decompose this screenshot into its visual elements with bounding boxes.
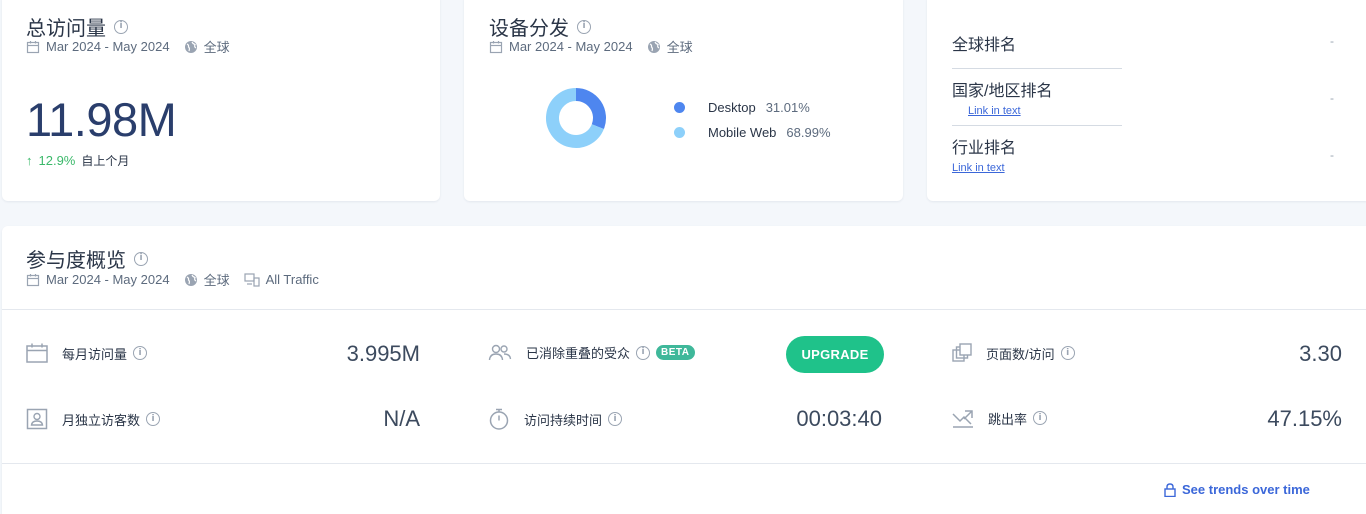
region: 全球 [203, 273, 230, 288]
info-icon[interactable]: i [114, 19, 128, 34]
section-divider [2, 463, 1366, 464]
global-rank-row: 全球排名 [952, 31, 1122, 55]
calendar-icon [489, 40, 503, 54]
stopwatch-icon [488, 408, 510, 430]
industry-rank-row: 行业排名 Link in text [952, 134, 1122, 176]
total-visits-meta: Mar 2024 - May 2024 全球 [26, 37, 230, 56]
info-icon[interactable]: i [577, 19, 591, 34]
region: 全球 [666, 40, 693, 55]
metric-visit-duration: 访问持续时间 i [488, 408, 623, 430]
change-percent: 12.9% [38, 153, 76, 168]
engagement-meta: Mar 2024 - May 2024 全球 All Traffic [26, 270, 319, 289]
info-icon[interactable]: i [636, 345, 651, 360]
legend-name: Mobile Web [708, 125, 777, 140]
country-rank-row: 国家/地区排名 Link in text [952, 77, 1122, 119]
info-icon[interactable]: i [133, 346, 148, 360]
global-rank-value: - [1330, 34, 1334, 48]
globe-icon [184, 273, 198, 287]
date-range: Mar 2024 - May 2024 [46, 39, 170, 54]
unique-visitors-value: N/A [383, 406, 420, 431]
monthly-visits-value: 3.995M [346, 341, 420, 366]
section-divider [2, 309, 1366, 310]
upgrade-button[interactable]: UPGRADE [786, 336, 884, 373]
lock-icon [1164, 482, 1176, 497]
metric-label: 访问持续时间 [524, 412, 603, 428]
legend-dot-desktop [674, 102, 685, 113]
total-visits-value: 11.98M [26, 93, 177, 146]
date-range: Mar 2024 - May 2024 [46, 272, 170, 287]
id-card-icon [26, 408, 48, 430]
metric-label: 页面数/访问 [986, 346, 1055, 362]
bounce-rate-value: 47.15% [1267, 406, 1342, 431]
device-distribution-card: 设备分发 i Mar 2024 - May 2024 全球 Desktop 31… [464, 0, 903, 201]
engagement-title: 参与度概览 [26, 250, 126, 272]
total-visits-card: 总访问量 i Mar 2024 - May 2024 全球 11.98M ↑ 1… [2, 0, 440, 201]
info-icon[interactable]: i [1033, 411, 1048, 425]
rankings-card: 全球排名 - 国家/地区排名 Link in text - 行业排名 Link … [927, 0, 1366, 201]
metric-unique-visitors: 月独立访客数 i [26, 408, 161, 430]
industry-rank-label: 行业排名 [952, 140, 1017, 157]
engagement-title-row: 参与度概览 i [26, 244, 148, 273]
industry-rank-value: - [1330, 148, 1334, 162]
see-trends-label: See trends over time [1182, 482, 1310, 497]
metric-monthly-visits: 每月访问量 i [26, 343, 148, 363]
info-icon[interactable]: i [134, 251, 148, 266]
change-label: 自上个月 [81, 154, 130, 168]
metric-label: 已消除重叠的受众 [526, 346, 631, 361]
rank-divider [952, 68, 1122, 69]
globe-icon [184, 40, 198, 54]
info-icon[interactable]: i [608, 412, 623, 426]
globe-icon [647, 40, 661, 54]
metric-label: 跳出率 [988, 411, 1028, 427]
legend-item-desktop: Desktop 31.01% [674, 95, 831, 120]
country-rank-label: 国家/地区排名 [952, 83, 1053, 100]
devices-meta: Mar 2024 - May 2024 全球 [489, 37, 693, 56]
global-rank-label: 全球排名 [952, 37, 1017, 54]
beta-badge: BETA [656, 345, 695, 360]
calendar-icon [26, 273, 40, 287]
visits-change: ↑ 12.9% 自上个月 [26, 152, 129, 169]
engagement-overview-card: 参与度概览 i Mar 2024 - May 2024 全球 All Traff… [2, 226, 1366, 514]
pages-per-visit-value: 3.30 [1299, 341, 1342, 366]
bounce-arrow-icon [952, 408, 974, 428]
legend-dot-mobile-web [674, 127, 685, 138]
legend-item-mobile-web: Mobile Web 68.99% [674, 120, 831, 145]
industry-rank-link[interactable]: Link in text [952, 162, 1005, 174]
device-donut-chart [546, 88, 606, 148]
metric-bounce-rate: 跳出率 i [952, 408, 1048, 428]
region: 全球 [203, 40, 230, 55]
metric-label: 月独立访客数 [62, 412, 141, 428]
legend-name: Desktop [708, 100, 756, 115]
arrow-up-icon: ↑ [26, 153, 33, 168]
device-legend: Desktop 31.01% Mobile Web 68.99% [674, 95, 831, 145]
metric-label: 每月访问量 [62, 346, 128, 362]
see-trends-link[interactable]: See trends over time [1164, 482, 1310, 497]
traffic-type: All Traffic [265, 272, 319, 287]
users-icon [488, 344, 512, 362]
country-rank-value: - [1330, 91, 1334, 105]
calendar-icon [26, 343, 48, 363]
legend-value: 68.99% [786, 125, 831, 140]
metric-dedup-audience: 已消除重叠的受众 i BETA [488, 343, 695, 362]
rank-divider [952, 125, 1122, 126]
calendar-icon [26, 40, 40, 54]
visit-duration-value: 00:03:40 [796, 406, 882, 431]
metric-pages-per-visit: 页面数/访问 i [952, 343, 1075, 363]
pages-icon [952, 343, 972, 363]
legend-value: 31.01% [765, 100, 810, 115]
info-icon[interactable]: i [146, 412, 161, 426]
devices-icon [243, 272, 260, 287]
info-icon[interactable]: i [1060, 346, 1075, 360]
donut-slice-desktop[interactable] [575, 88, 606, 130]
country-rank-link[interactable]: Link in text [968, 105, 1021, 117]
date-range: Mar 2024 - May 2024 [509, 39, 633, 54]
